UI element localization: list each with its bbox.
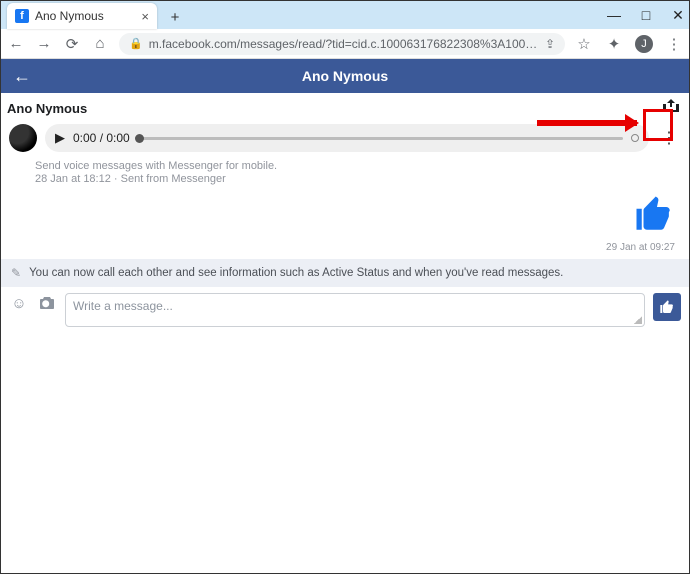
share-page-icon[interactable]: ⇪ xyxy=(545,37,555,51)
annotation-arrow xyxy=(537,120,637,126)
header-back-icon[interactable]: ← xyxy=(13,66,31,87)
message-input[interactable]: Write a message... xyxy=(65,293,645,327)
like-timestamp: 29 Jan at 09:27 xyxy=(606,242,675,253)
audio-time: 0:00 / 0:00 xyxy=(73,131,130,145)
browser-toolbar: ← → ⟳ ⌂ 🔒 m.facebook.com/messages/read/?… xyxy=(1,29,689,59)
emoji-icon[interactable]: ☺ xyxy=(9,293,29,313)
info-notice: ✎ You can now call each other and see in… xyxy=(1,259,689,287)
profile-avatar[interactable]: J xyxy=(635,35,653,53)
send-like-button[interactable] xyxy=(653,293,681,321)
home-button[interactable]: ⌂ xyxy=(91,35,109,53)
hint-text: Send voice messages with Messenger for m… xyxy=(35,160,681,172)
bookmark-icon[interactable]: ☆ xyxy=(575,35,593,53)
browser-tab[interactable]: f Ano Nymous × xyxy=(7,3,157,29)
audio-player[interactable]: ▶ 0:00 / 0:00 xyxy=(45,124,649,152)
lock-icon: 🔒 xyxy=(129,37,143,50)
like-message: 29 Jan at 09:27 xyxy=(1,187,689,259)
message-options-icon[interactable]: ⋮ xyxy=(657,124,681,152)
close-window-button[interactable]: ✕ xyxy=(671,8,685,22)
conversation-bar: Ano Nymous xyxy=(1,93,689,120)
reload-button[interactable]: ⟳ xyxy=(63,35,81,53)
page-header: ← Ano Nymous xyxy=(1,59,689,93)
back-button[interactable]: ← xyxy=(7,35,25,53)
new-tab-button[interactable]: + xyxy=(163,5,187,29)
tab-strip: f Ano Nymous × + xyxy=(7,1,187,29)
audio-track-end xyxy=(631,134,639,142)
message-meta: Send voice messages with Messenger for m… xyxy=(1,156,689,187)
extensions-icon[interactable]: ✦ xyxy=(605,35,623,53)
camera-icon[interactable] xyxy=(37,293,57,313)
message-composer: ☺ Write a message... xyxy=(1,287,689,333)
tab-title: Ano Nymous xyxy=(35,9,104,23)
audio-track[interactable] xyxy=(138,137,623,140)
play-icon[interactable]: ▶ xyxy=(55,130,65,146)
notice-text: You can now call each other and see info… xyxy=(29,267,563,279)
close-tab-icon[interactable]: × xyxy=(141,9,149,24)
participant-name: Ano Nymous xyxy=(7,101,87,116)
maximize-button[interactable]: □ xyxy=(639,8,653,22)
share-icon[interactable] xyxy=(663,99,679,118)
browser-menu-icon[interactable]: ⋮ xyxy=(665,35,683,53)
address-bar[interactable]: 🔒 m.facebook.com/messages/read/?tid=cid.… xyxy=(119,33,565,55)
timestamp-text: 28 Jan at 18:12 · Sent from Messenger xyxy=(35,173,681,185)
url-text: m.facebook.com/messages/read/?tid=cid.c.… xyxy=(149,37,539,51)
page-title: Ano Nymous xyxy=(302,68,388,84)
thumbs-up-icon[interactable] xyxy=(633,193,675,240)
pencil-icon: ✎ xyxy=(11,266,21,280)
facebook-favicon: f xyxy=(15,9,29,23)
sender-avatar[interactable] xyxy=(9,124,37,152)
forward-button[interactable]: → xyxy=(35,35,53,53)
minimize-button[interactable]: — xyxy=(607,8,621,22)
